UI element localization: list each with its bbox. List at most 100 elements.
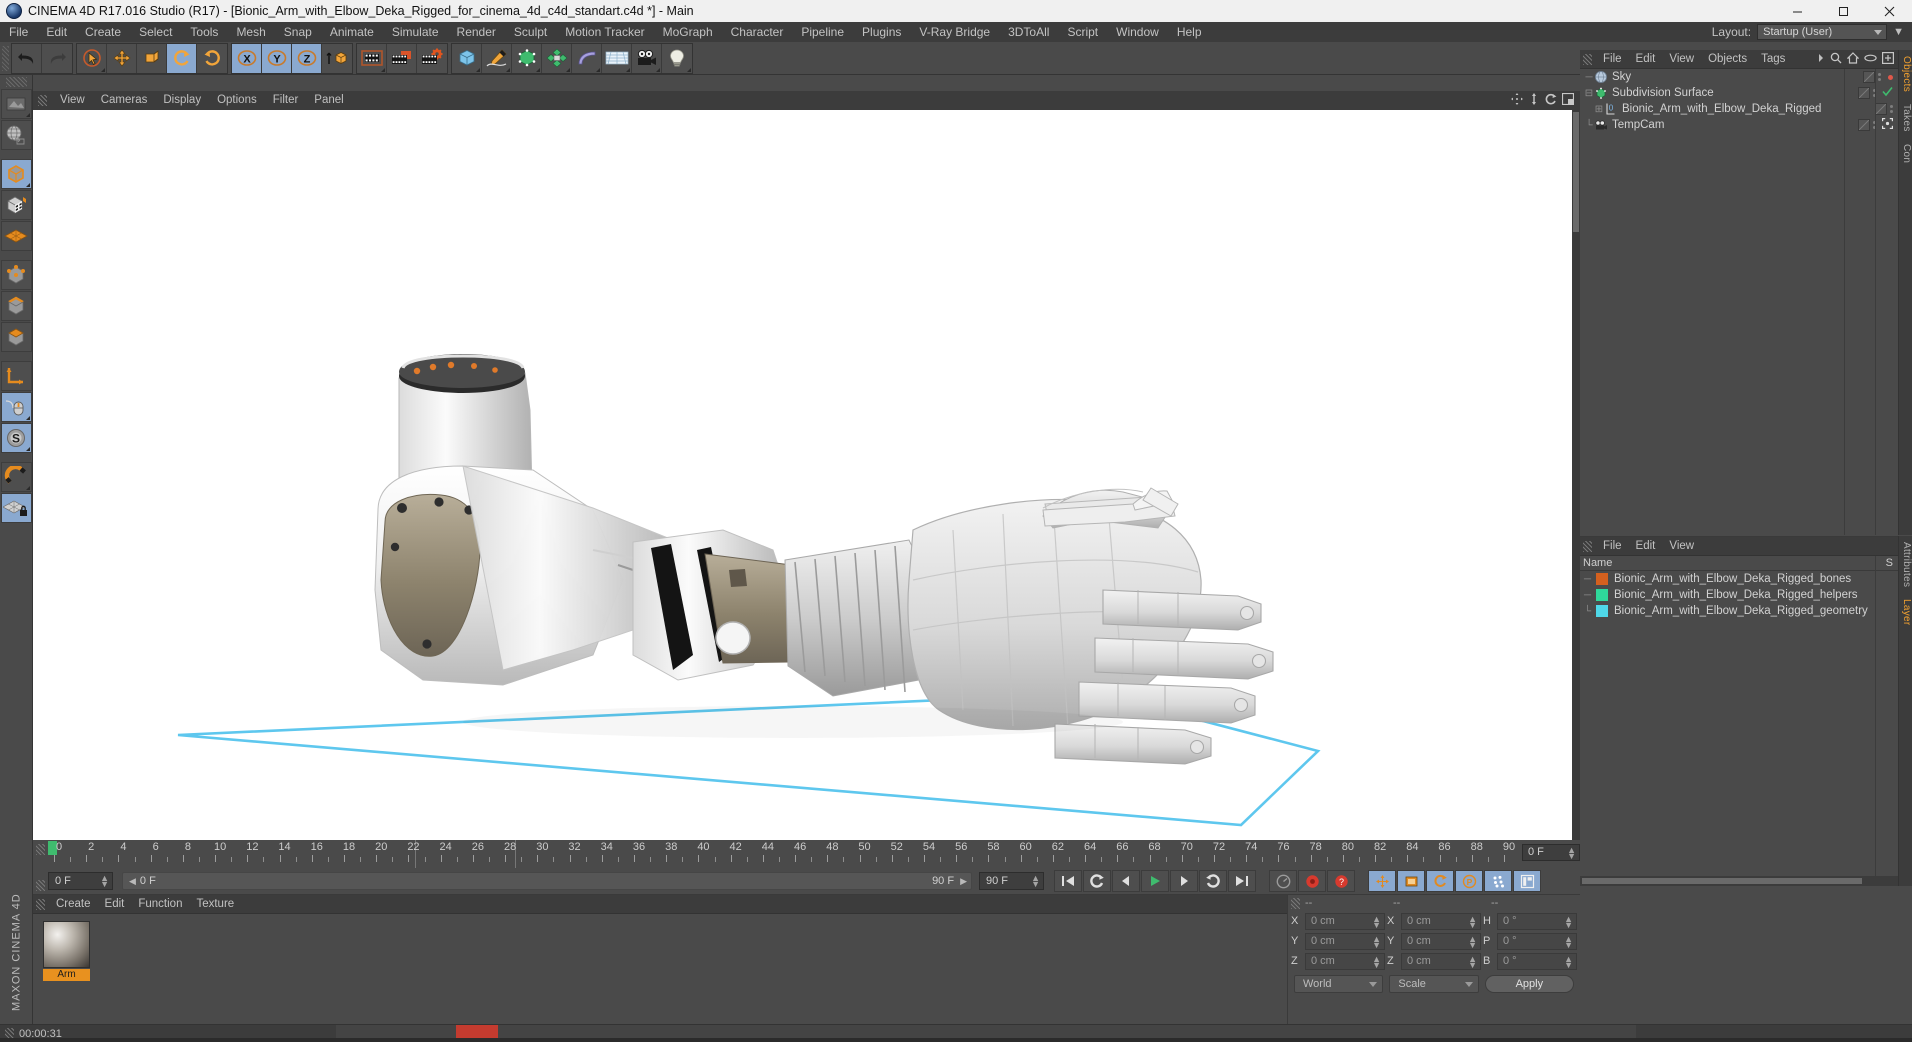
minimize-button[interactable] — [1774, 0, 1820, 22]
spinner-icon[interactable]: ▲ ▼ — [1567, 846, 1576, 861]
render-settings-button[interactable] — [417, 43, 447, 73]
menu-item-plugins[interactable]: Plugins — [853, 22, 910, 42]
add-deformer-object[interactable] — [572, 43, 602, 73]
lm-menu-edit[interactable]: Edit — [1629, 537, 1663, 556]
spinner-icon[interactable]: ▲ ▼ — [1468, 914, 1477, 929]
menu-item-vray-bridge[interactable]: V-Ray Bridge — [910, 22, 999, 42]
coord-field-rot-h[interactable]: 0 ° ▲ ▼ — [1497, 912, 1577, 930]
expander-plus-icon[interactable]: ⊞ — [1594, 104, 1604, 115]
viewport-menu-view[interactable]: View — [52, 91, 93, 110]
range-left-handle-icon[interactable]: ◀ — [129, 876, 136, 887]
menu-item-create[interactable]: Create — [76, 22, 130, 42]
go-to-start-button[interactable] — [1054, 870, 1082, 892]
add-mograph-object[interactable] — [542, 43, 572, 73]
coord-system-select[interactable]: World — [1294, 975, 1384, 993]
mm-menu-texture[interactable]: Texture — [189, 895, 241, 914]
point-mode[interactable] — [0, 260, 32, 290]
side-tab-content[interactable]: Con — [1899, 138, 1912, 169]
coord-field-rot-b[interactable]: 0 ° ▲ ▼ — [1497, 952, 1577, 970]
dolly-icon[interactable] — [1528, 93, 1540, 108]
step-forward-button[interactable] — [1170, 870, 1198, 892]
apply-button[interactable]: Apply — [1484, 975, 1575, 993]
coord-field-rot-p[interactable]: 0 ° ▲ ▼ — [1497, 932, 1577, 950]
world-object-coordinates[interactable] — [322, 43, 352, 73]
layout-more-icon[interactable]: ▼ — [1893, 26, 1904, 38]
mm-menu-function[interactable]: Function — [131, 895, 189, 914]
render-view-button[interactable] — [357, 43, 387, 73]
timeline-frame-field[interactable]: 0 F ▲ ▼ — [1522, 844, 1580, 861]
spinner-icon[interactable]: ▲ ▼ — [1564, 914, 1573, 929]
mm-menu-edit[interactable]: Edit — [98, 895, 132, 914]
mm-menu-create[interactable]: Create — [49, 895, 98, 914]
add-generator-object[interactable] — [512, 43, 542, 73]
tag-slot-icon[interactable] — [1863, 71, 1875, 83]
ellipse-icon[interactable] — [1864, 52, 1877, 66]
rotate-icon[interactable] — [1545, 93, 1557, 108]
pan-icon[interactable] — [1511, 93, 1523, 108]
side-tab-attributes[interactable]: Attributes — [1899, 536, 1912, 593]
spinner-icon[interactable]: ▲ ▼ — [1564, 954, 1573, 969]
tool-options-corner[interactable] — [536, 67, 540, 72]
menu-item-mesh[interactable]: Mesh — [227, 22, 274, 42]
viewport-scrollbar-thumb[interactable] — [1573, 112, 1579, 232]
current-frame-field[interactable]: 0 F ▲ ▼ — [48, 872, 113, 890]
maximize-button[interactable] — [1820, 0, 1866, 22]
scale-tool[interactable] — [137, 43, 167, 73]
om-menu-view[interactable]: View — [1662, 50, 1701, 69]
layer-row[interactable]: └ Bionic_Arm_with_Elbow_Deka_Rigged_geom… — [1580, 603, 1898, 619]
grey-sphere-preview[interactable] — [43, 921, 90, 968]
om-menu-objects[interactable]: Objects — [1701, 50, 1754, 69]
add-light-object[interactable] — [662, 43, 692, 73]
menu-item-simulate[interactable]: Simulate — [383, 22, 448, 42]
menu-item-sculpt[interactable]: Sculpt — [505, 22, 556, 42]
add-spline-object[interactable] — [482, 43, 512, 73]
lock-z-axis[interactable]: Z — [292, 43, 322, 73]
material-manager-grip[interactable] — [36, 898, 45, 910]
maximize-viewport-icon[interactable] — [1561, 92, 1575, 108]
polygon-mode[interactable] — [0, 322, 32, 352]
redo-button[interactable] — [42, 43, 72, 73]
add-environment-object[interactable] — [602, 43, 632, 73]
spinner-icon[interactable]: ▲ ▼ — [100, 874, 109, 889]
tool-options-corner[interactable] — [25, 416, 30, 420]
layer-row[interactable]: ─ Bionic_Arm_with_Elbow_Deka_Rigged_help… — [1580, 587, 1898, 603]
make-editable-tool[interactable] — [0, 120, 32, 150]
menu-item-file[interactable]: File — [0, 22, 37, 42]
coordinates-grip[interactable] — [1291, 897, 1300, 909]
layout-select[interactable]: Startup (User) — [1757, 24, 1888, 40]
edge-mode[interactable] — [0, 291, 32, 321]
lock-x-axis[interactable]: X — [232, 43, 262, 73]
coord-field-pos-x[interactable]: 0 cm ▲ ▼ — [1305, 912, 1385, 930]
om-menu-file[interactable]: File — [1596, 50, 1629, 69]
lm-menu-file[interactable]: File — [1596, 537, 1629, 556]
autokeying-button[interactable] — [1298, 870, 1326, 892]
menu-item-motion-tracker[interactable]: Motion Tracker — [556, 22, 653, 42]
object-tags[interactable] — [1858, 86, 1898, 100]
render-to-picture-viewer-button[interactable] — [387, 43, 417, 73]
range-right-handle-icon[interactable]: ▶ — [960, 876, 971, 887]
spinner-icon[interactable]: ▲ ▼ — [1372, 934, 1381, 949]
texture-mode[interactable] — [0, 190, 32, 220]
side-tab-layer[interactable]: Layer — [1899, 593, 1912, 632]
spinner-icon[interactable]: ▲ ▼ — [1372, 914, 1381, 929]
tool-options-corner[interactable] — [626, 67, 630, 72]
menu-item-tools[interactable]: Tools — [181, 22, 227, 42]
position-key-button[interactable] — [1368, 870, 1396, 892]
rotation-key-button[interactable] — [1426, 870, 1454, 892]
step-back-button[interactable] — [1112, 870, 1140, 892]
menu-item-mograph[interactable]: MoGraph — [654, 22, 722, 42]
tool-options-corner[interactable] — [476, 67, 480, 72]
tool-options-corner[interactable] — [566, 67, 570, 72]
viewport-menu-panel[interactable]: Panel — [306, 91, 351, 110]
visibility-dots[interactable] — [1890, 105, 1893, 113]
object-tags[interactable] — [1875, 103, 1898, 115]
tool-options-corner[interactable] — [506, 67, 510, 72]
menu-item-select[interactable]: Select — [130, 22, 181, 42]
menu-item-edit[interactable]: Edit — [37, 22, 76, 42]
point-level-animation-button[interactable] — [1484, 870, 1512, 892]
undo-button[interactable] — [12, 43, 42, 73]
tool-options-corner[interactable] — [656, 67, 660, 72]
keyframe-selection-button[interactable]: ? — [1327, 870, 1355, 892]
add-camera-object[interactable] — [632, 43, 662, 73]
object-tags[interactable] — [1858, 118, 1898, 132]
